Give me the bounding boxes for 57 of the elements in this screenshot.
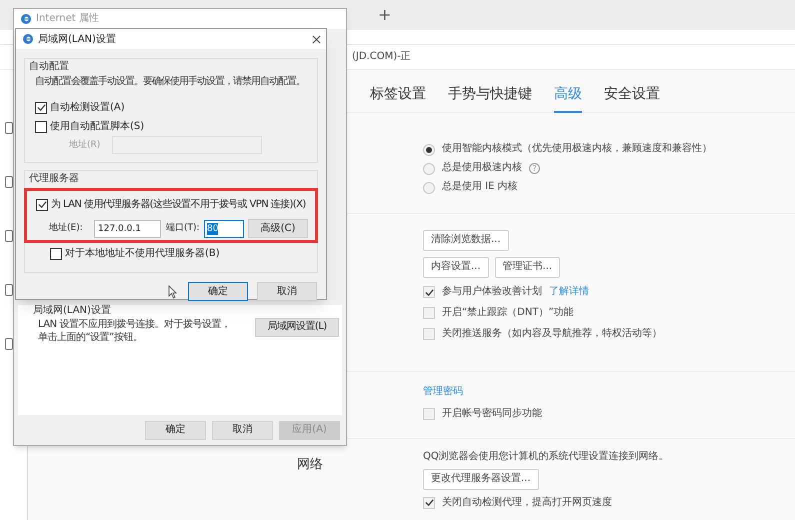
close-icon[interactable] xyxy=(312,34,321,44)
window-title: Internet 属性 xyxy=(36,12,99,26)
settings-button[interactable]: 清除浏览数据... xyxy=(423,230,509,251)
option-label: 使用智能内核模式（优先使用极速内核，兼顾速度和兼容性） xyxy=(442,143,712,156)
field-label: 端口(T): xyxy=(166,222,201,235)
checkbox[interactable] xyxy=(36,198,48,210)
checkbox-label: 为 LAN 使用代理服务器(这些设置不用于拨号或 VPN 连接)(X) xyxy=(51,198,306,211)
checkbox[interactable] xyxy=(50,248,62,260)
dialog-button[interactable]: 确定 xyxy=(145,420,206,440)
group-title: 局域网(LAN)设置 xyxy=(33,305,112,317)
check-icon xyxy=(424,288,434,296)
port-value: 80 xyxy=(207,222,218,234)
check-icon xyxy=(38,200,46,209)
checkbox[interactable] xyxy=(35,102,47,114)
dialog-button[interactable]: 取消 xyxy=(212,420,273,440)
group-title: 代理服务器 xyxy=(29,172,80,185)
dialog-button[interactable]: 确定 xyxy=(188,282,248,301)
check-icon xyxy=(36,103,46,112)
checkbox-label: 使用自动配置脚本(S) xyxy=(50,120,144,133)
check-icon xyxy=(424,498,434,508)
checkbox-label: 关闭推送服务（如内容及导航推荐，特权活动等） xyxy=(442,328,662,340)
option-label: 总是使用极速内核 xyxy=(442,162,522,175)
dialog-button[interactable]: 取消 xyxy=(257,282,317,301)
settings-button[interactable]: 内容设置... xyxy=(423,257,489,278)
checkbox-label: 对于本地地址不使用代理服务器(B) xyxy=(65,247,220,260)
globe-icon xyxy=(20,13,32,25)
radio-button[interactable] xyxy=(423,144,435,156)
checkbox-label: 开启帐号密码同步功能 xyxy=(442,408,542,420)
lan-settings-button[interactable]: 局域网设置(L) xyxy=(255,318,339,337)
auto-config-note: 自动配置会覆盖手动设置。要确保使用手动设置，请禁用自动配置。 xyxy=(35,75,306,88)
globe-icon xyxy=(22,33,34,45)
port-field[interactable]: 80 xyxy=(204,220,244,238)
proxy-settings-button[interactable]: 更改代理服务器设置... xyxy=(423,468,539,490)
settings-tab[interactable]: 手势与快捷键 xyxy=(448,86,532,112)
new-tab-button[interactable]: + xyxy=(378,5,392,25)
checkbox-label: 参与用户体验改善计划 xyxy=(442,286,542,298)
settings-button[interactable]: 管理证书... xyxy=(494,257,560,278)
section-label: 网络 xyxy=(297,457,323,472)
checkbox-label: 开启“禁止跟踪（DNT）”功能 xyxy=(442,306,574,320)
radio-button[interactable] xyxy=(423,162,435,174)
page-title: (JD.COM)-正 xyxy=(352,50,411,64)
dialog-title: 局域网(LAN)设置 xyxy=(38,32,117,46)
advanced-button[interactable]: 高级(C) xyxy=(248,219,308,238)
settings-tab[interactable]: 标签设置 xyxy=(370,86,426,112)
checkbox-label: 自动检测设置(A) xyxy=(50,101,125,114)
field-label: 地址(E): xyxy=(49,222,84,235)
mouse-cursor-icon xyxy=(168,284,177,298)
settings-tab[interactable]: 安全设置 xyxy=(604,86,660,112)
checkbox-label: 关闭自动检测代理，提高打开网页速度 xyxy=(442,496,612,509)
network-description: QQ浏览器会使用您计算机的系统代理设置连接到网络。 xyxy=(423,451,669,464)
address-field[interactable]: 127.0.0.1 xyxy=(94,220,161,238)
checkbox[interactable] xyxy=(35,120,47,132)
group-title: 自动配置 xyxy=(29,60,70,73)
radio-button[interactable] xyxy=(423,182,435,194)
lan-note: LAN 设置不应用到拨号连接。对于拨号设置，单击上面的“设置”按钮。 xyxy=(38,318,232,344)
field-label: 地址(R) xyxy=(69,138,100,152)
option-label: 总是使用 IE 内核 xyxy=(442,181,518,194)
